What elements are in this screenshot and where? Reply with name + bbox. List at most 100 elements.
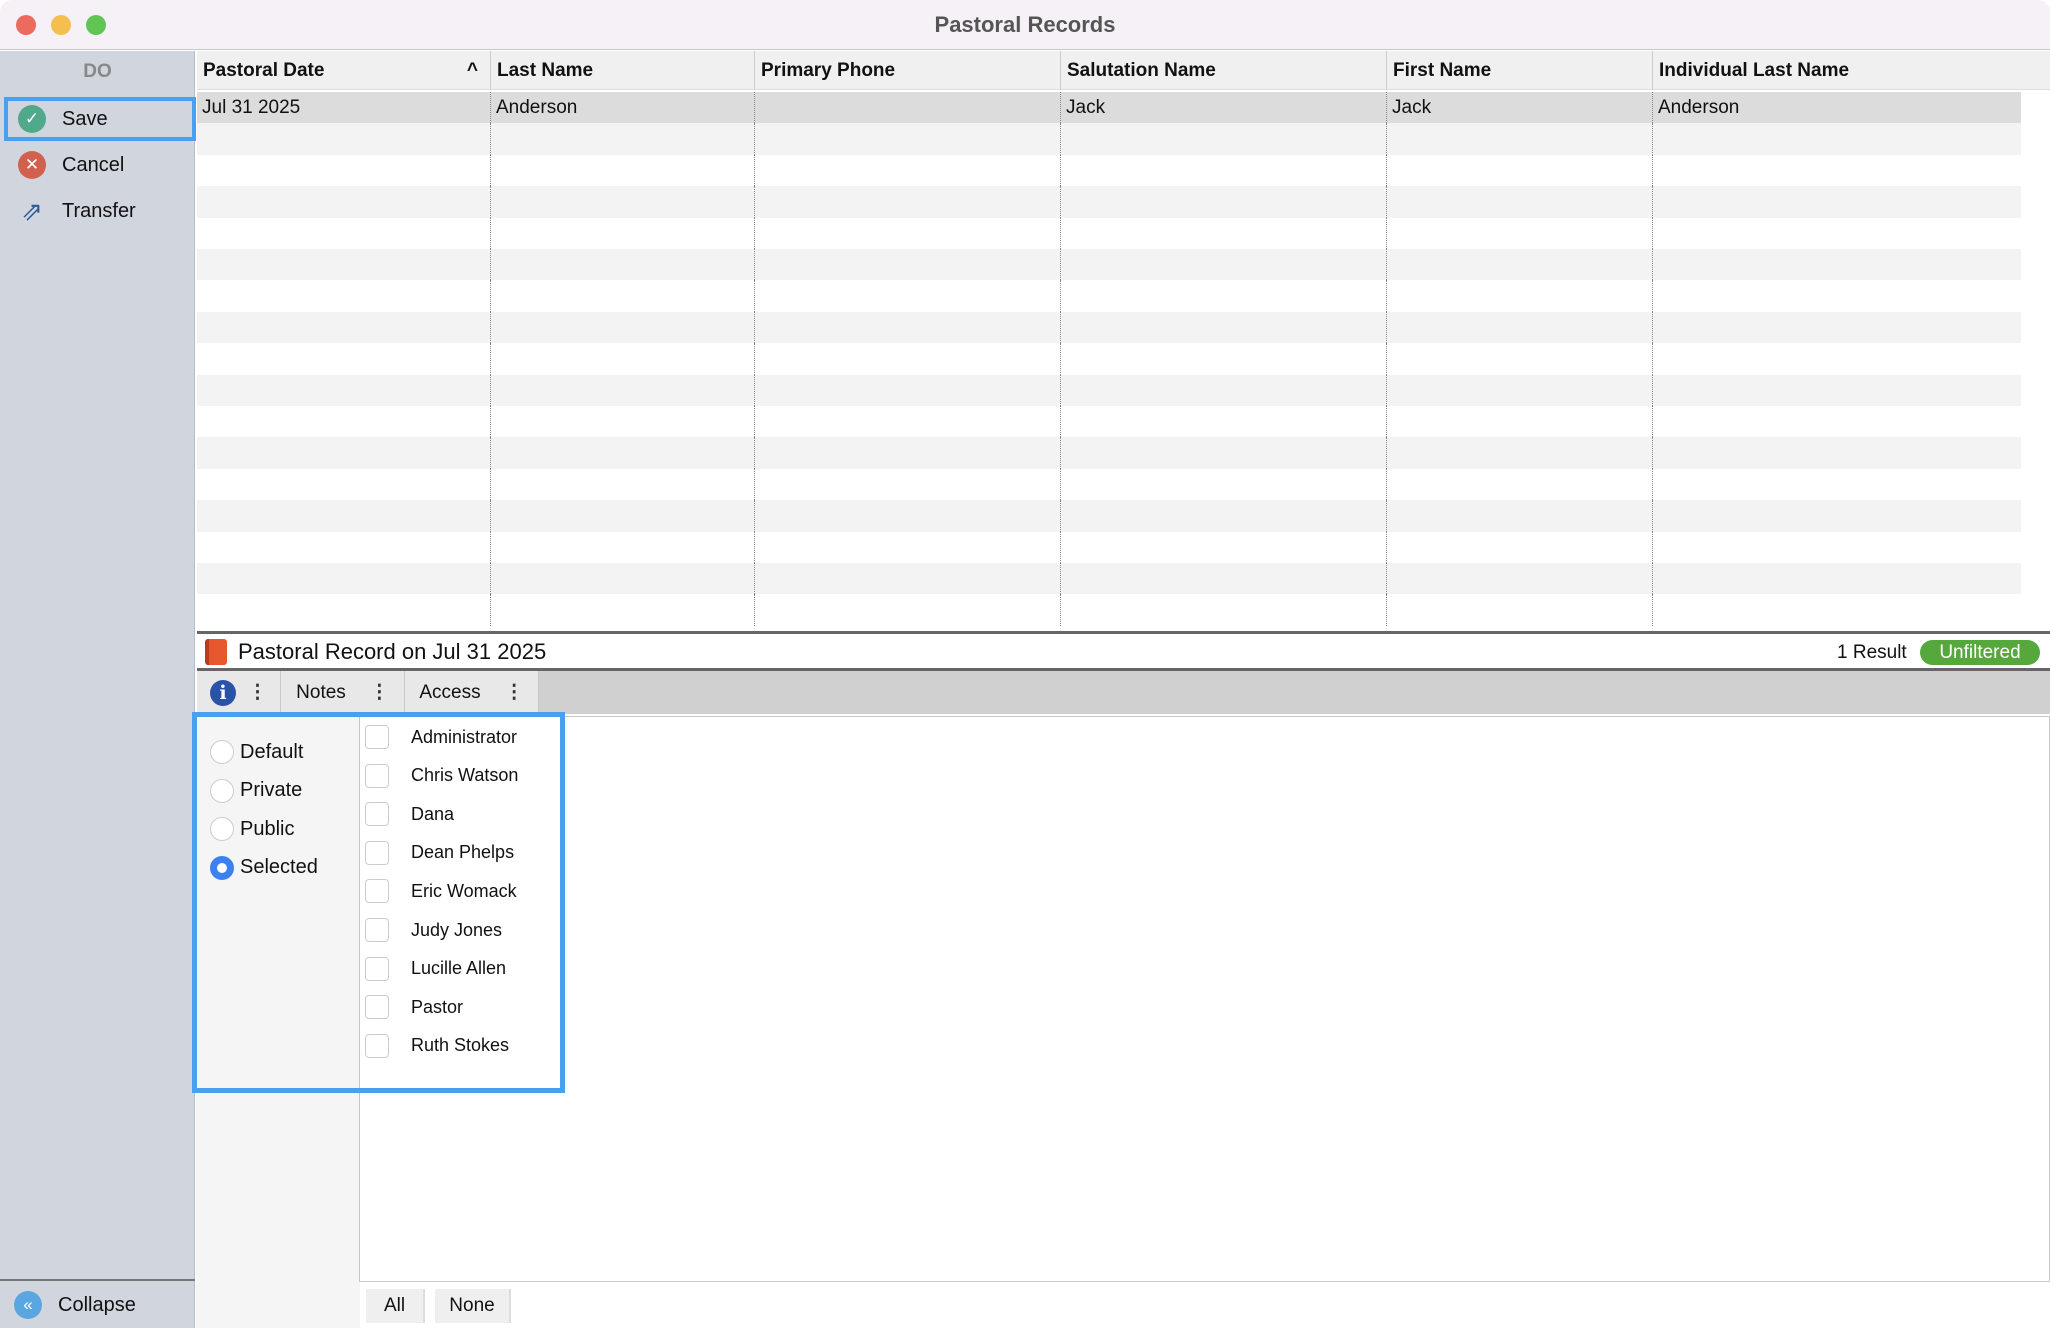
table-cell [1386, 218, 1652, 249]
column-header-last-name[interactable]: Last Name [490, 51, 754, 90]
table-cell [197, 343, 490, 374]
transfer-label: Transfer [62, 200, 136, 223]
table-cell [754, 155, 1060, 186]
table-cell [197, 469, 490, 500]
table-cell [1652, 218, 2021, 249]
table-cell: Jul 31 2025 [197, 92, 490, 123]
table-cell [754, 249, 1060, 280]
table-cell [197, 218, 490, 249]
table-cell [490, 437, 754, 468]
table-cell [490, 500, 754, 531]
collapse-button[interactable]: « Collapse [4, 1283, 196, 1327]
filter-status-badge[interactable]: Unfiltered [1920, 640, 2040, 665]
table-row[interactable] [197, 532, 2021, 563]
sort-ascending-icon: ^ [467, 51, 478, 91]
table-cell [1060, 563, 1386, 594]
header-label: Pastoral Date [203, 60, 324, 81]
table-cell: Anderson [1652, 92, 2021, 123]
title-bar: Pastoral Records [0, 0, 2050, 50]
table-row[interactable] [197, 500, 2021, 531]
cancel-button[interactable]: ✕ Cancel [4, 143, 196, 187]
table-cell [1386, 280, 1652, 311]
tab-label: Access [419, 682, 480, 704]
table-cell [1060, 469, 1386, 500]
table-cell [1652, 532, 2021, 563]
tab-bar: i ⋮ Notes⋮ Access ⋮ [197, 671, 2050, 714]
table-row[interactable]: Jul 31 2025AndersonJackJackAnderson [197, 92, 2021, 123]
table-cell [1652, 563, 2021, 594]
table-row[interactable] [197, 594, 2021, 625]
table-cell [1060, 532, 1386, 563]
table-cell [1652, 155, 2021, 186]
table-cell [754, 437, 1060, 468]
table-cell [1060, 218, 1386, 249]
table-row[interactable] [197, 218, 2021, 249]
tab-menu-icon[interactable]: ⋮ [505, 681, 524, 704]
table-row[interactable] [197, 563, 2021, 594]
table-cell [1060, 375, 1386, 406]
table-row[interactable] [197, 186, 2021, 217]
table-cell [490, 312, 754, 343]
x-circle-icon: ✕ [18, 151, 46, 179]
tab-menu-icon[interactable]: ⋮ [370, 681, 389, 704]
record-header: Pastoral Record on Jul 31 2025 1 Result … [197, 631, 2050, 671]
table-cell [1060, 343, 1386, 374]
table-cell [1386, 469, 1652, 500]
table-cell [754, 123, 1060, 154]
table-row[interactable] [197, 123, 2021, 154]
save-button[interactable]: ✓ Save [4, 97, 196, 141]
table-cell [754, 92, 1060, 123]
table-row[interactable] [197, 406, 2021, 437]
table-row[interactable] [197, 155, 2021, 186]
table-cell [754, 186, 1060, 217]
table-row[interactable] [197, 469, 2021, 500]
table-row[interactable] [197, 312, 2021, 343]
window-title: Pastoral Records [0, 12, 2050, 38]
tab-access[interactable]: Access ⋮ [405, 671, 539, 714]
table-cell [490, 123, 754, 154]
column-header-salutation-name[interactable]: Salutation Name [1060, 51, 1386, 90]
table-cell [197, 249, 490, 280]
table-cell [197, 406, 490, 437]
table-cell [1652, 375, 2021, 406]
column-header-first-name[interactable]: First Name [1386, 51, 1652, 90]
column-header-individual-last-name[interactable]: Individual Last Name [1652, 51, 2021, 90]
table-cell [1386, 594, 1652, 625]
select-all-button[interactable]: All [366, 1289, 425, 1323]
table-row[interactable] [197, 249, 2021, 280]
table-cell [197, 500, 490, 531]
info-icon: i [210, 680, 236, 706]
table-row[interactable] [197, 280, 2021, 311]
table-cell [197, 186, 490, 217]
table-cell [1060, 123, 1386, 154]
table-cell [1652, 469, 2021, 500]
table-cell [1652, 406, 2021, 437]
table-cell [490, 218, 754, 249]
highlight-box [192, 712, 565, 1093]
tab-info[interactable]: i ⋮ [197, 671, 281, 714]
table-cell [754, 563, 1060, 594]
table-cell [1060, 249, 1386, 280]
tab-notes[interactable]: Notes⋮ [281, 671, 405, 714]
column-header-primary-phone[interactable]: Primary Phone [754, 51, 1060, 90]
column-header-pastoral-date[interactable]: Pastoral Date ^ [197, 51, 490, 90]
table-cell [1652, 343, 2021, 374]
select-none-button[interactable]: None [435, 1289, 511, 1323]
record-title: Pastoral Record on Jul 31 2025 [238, 639, 546, 665]
table-row[interactable] [197, 437, 2021, 468]
table-cell [490, 563, 754, 594]
transfer-button[interactable]: ⇗ Transfer [4, 189, 196, 233]
table-row[interactable] [197, 375, 2021, 406]
table-cell [490, 343, 754, 374]
table-cell [1386, 532, 1652, 563]
table-cell [754, 406, 1060, 437]
table-cell [197, 312, 490, 343]
table-row[interactable] [197, 343, 2021, 374]
sidebar-divider [0, 1279, 195, 1281]
table-cell [490, 532, 754, 563]
table-cell [1060, 594, 1386, 625]
table-cell [1060, 155, 1386, 186]
tab-menu-icon[interactable]: ⋮ [248, 681, 267, 704]
table-cell [197, 280, 490, 311]
table-cell [754, 500, 1060, 531]
